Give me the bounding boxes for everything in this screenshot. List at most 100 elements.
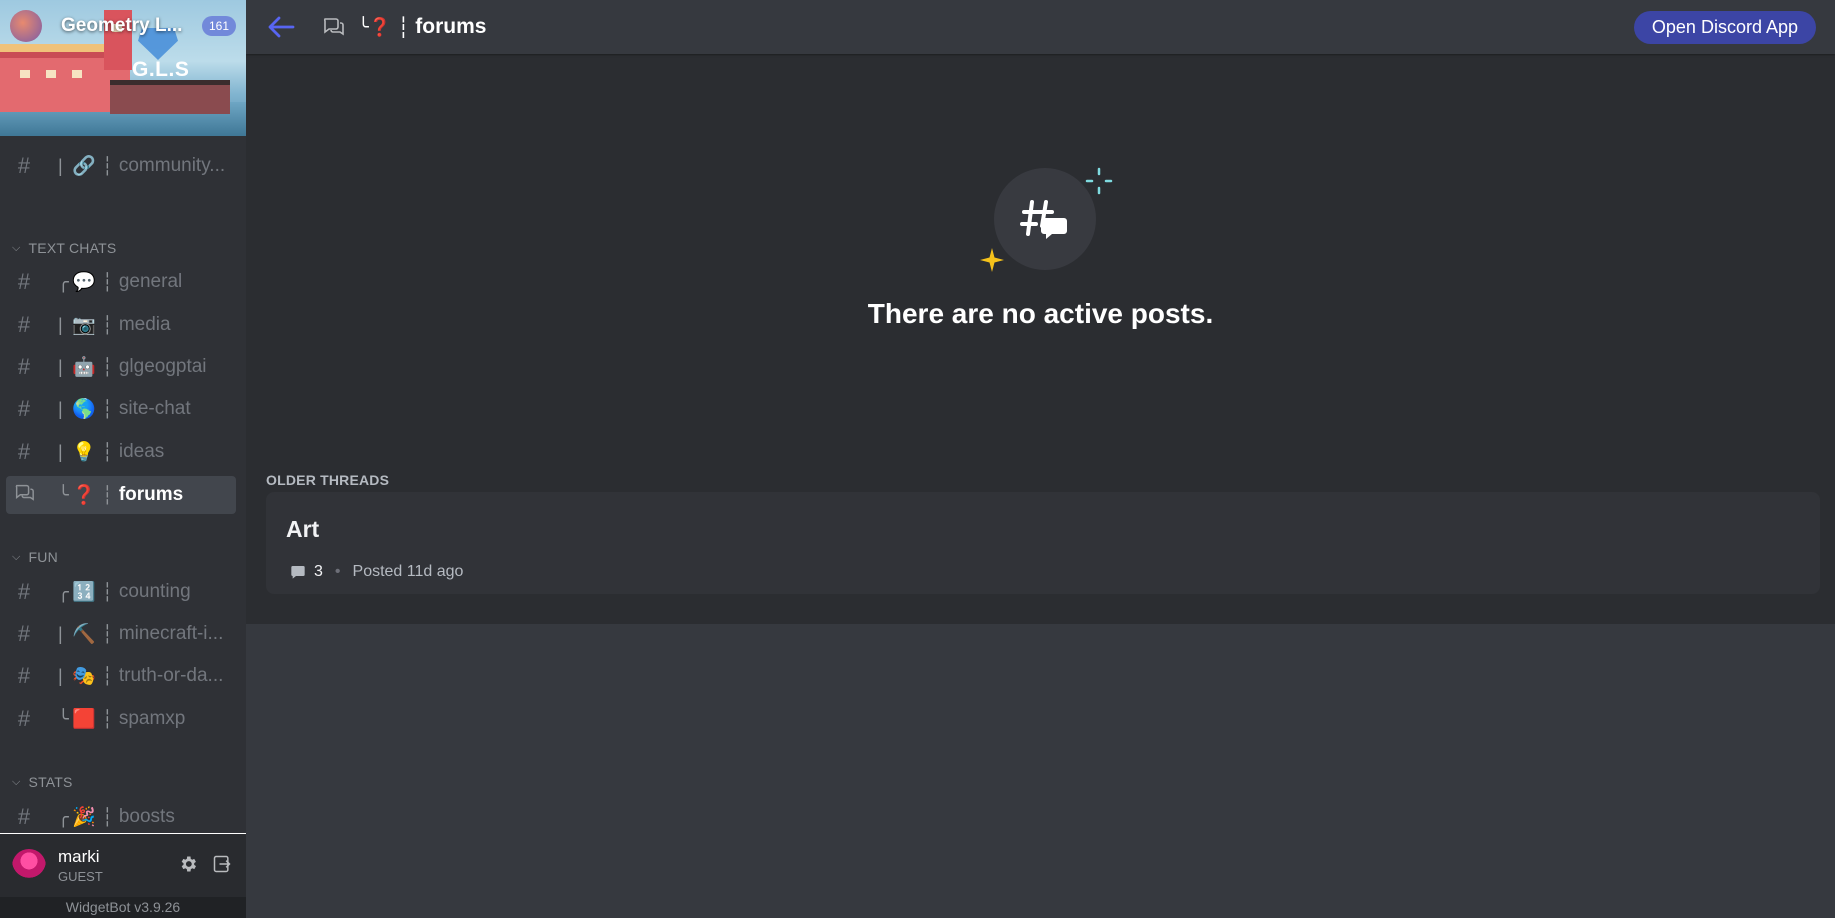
- channel-name: community...: [118, 155, 226, 176]
- channel-name: boosts: [118, 806, 175, 827]
- channel-separator: ┆: [102, 581, 113, 602]
- thread-card[interactable]: Art 3 • Posted 11d ago: [266, 492, 1820, 594]
- channel-name: forums: [118, 484, 184, 505]
- category-label: FUN: [28, 549, 58, 565]
- forum-area: There are no active posts. OLDER THREADS…: [246, 54, 1835, 624]
- globe-icon: 🌎: [72, 399, 96, 420]
- hash-icon: #: [17, 663, 31, 688]
- topbar: ╰❓ ┆ forums Open Discord App: [246, 0, 1835, 54]
- channel-prefix: ╰: [58, 708, 69, 729]
- chevron-down-icon: ⌵: [12, 550, 21, 563]
- hash-icon: #: [17, 439, 31, 464]
- banner-window: [46, 70, 56, 78]
- channel-community[interactable]: # | 🔗 ┆ community...: [6, 147, 236, 185]
- gear-icon[interactable]: [176, 854, 200, 878]
- banner-window: [72, 70, 82, 78]
- channel-name: general: [118, 271, 183, 292]
- channel-prefix: |: [58, 155, 63, 176]
- channel-separator: ┆: [102, 356, 113, 377]
- hash-icon: #: [17, 706, 31, 731]
- arrow-left-icon[interactable]: [266, 12, 296, 42]
- user-name: marki: [58, 847, 100, 866]
- banner-pier: [110, 80, 230, 114]
- channel-name: ideas: [118, 441, 165, 462]
- avatar[interactable]: [12, 848, 46, 883]
- channel-separator: ┆: [102, 441, 113, 462]
- hash-icon: #: [17, 312, 31, 337]
- channel-name: counting: [118, 581, 191, 602]
- channel-minecraft[interactable]: # | ⛏️ ┆ minecraft-i...: [6, 615, 236, 653]
- channel-prefix: ╭: [58, 806, 69, 827]
- channel-separator: ┆: [102, 398, 113, 419]
- channel-name: truth-or-da...: [118, 665, 224, 686]
- channel-name: minecraft-i...: [118, 623, 224, 644]
- masks-icon: 🎭: [72, 666, 96, 687]
- hash-icon: #: [17, 621, 31, 646]
- chevron-down-icon: ⌵: [12, 241, 21, 254]
- question-mark-icon: ❓: [72, 485, 96, 506]
- channel-prefix: |: [58, 314, 63, 335]
- forum-icon: [6, 481, 42, 509]
- app-root: G.L.S Geometry L... 161 # ╭ 🔗 ┆ links # …: [0, 0, 1835, 918]
- channel-separator: ┆: [102, 484, 113, 505]
- channel-counting[interactable]: # ╭ 🔢 ┆ counting: [6, 573, 236, 611]
- channel-prefix: |: [58, 441, 63, 462]
- category-fun[interactable]: ⌵ FUN: [12, 549, 58, 565]
- channel-separator: ┆: [102, 665, 113, 686]
- channel-general[interactable]: # ╭ 💬 ┆ general: [6, 263, 236, 301]
- empty-state-message: There are no active posts.: [867, 298, 1214, 329]
- user-info: marki GUEST: [58, 847, 166, 884]
- channel-glgeogptai[interactable]: # | 🤖 ┆ glgeogptai: [6, 348, 236, 386]
- forum-icon: [323, 18, 344, 36]
- category-stats[interactable]: ⌵ STATS: [12, 774, 73, 790]
- channel-separator: ┆: [397, 16, 410, 39]
- guild-header[interactable]: Geometry L... 161: [0, 0, 246, 52]
- red-square-icon: 🟥: [72, 709, 96, 730]
- channel-boosts[interactable]: # ╭ 🎉 ┆ boosts: [6, 798, 236, 836]
- thread-title: Art: [286, 516, 320, 542]
- member-count-badge: 161: [201, 16, 236, 36]
- channel-name: glgeogptai: [118, 356, 207, 377]
- meta-dot: •: [334, 563, 341, 580]
- page-title: forums: [415, 15, 487, 38]
- banner-text: G.L.S: [132, 58, 190, 81]
- version-label: WidgetBot v3.9.26: [0, 897, 246, 918]
- channel-prefix: |: [58, 665, 63, 686]
- logout-icon[interactable]: [210, 854, 234, 878]
- hash-icon: #: [17, 269, 31, 294]
- channel-prefix: ╭: [58, 271, 69, 292]
- channel-separator: ┆: [102, 314, 113, 335]
- channel-separator: ┆: [102, 271, 113, 292]
- pickaxe-icon: ⛏️: [72, 624, 96, 645]
- open-discord-app-button[interactable]: Open Discord App: [1633, 11, 1816, 44]
- sidebar: G.L.S Geometry L... 161 # ╭ 🔗 ┆ links # …: [0, 0, 246, 918]
- guild-name: Geometry L...: [61, 15, 183, 36]
- main-panel: ╰❓ ┆ forums Open Discord App There are n…: [246, 0, 1835, 918]
- category-text-chats[interactable]: ⌵ TEXT CHATS: [12, 240, 116, 256]
- party-popper-icon: 🎉: [72, 807, 96, 828]
- banner-window: [20, 70, 30, 78]
- channel-spamxp[interactable]: # ╰ 🟥 ┆ spamxp: [6, 700, 236, 738]
- guild-icon: [10, 10, 42, 42]
- channel-forums[interactable]: ╰ ❓ ┆ forums: [6, 476, 236, 514]
- lightbulb-icon: 💡: [72, 442, 96, 463]
- channel-site-chat[interactable]: # | 🌎 ┆ site-chat: [6, 390, 236, 428]
- thread-meta: 3 • Posted 11d ago: [290, 563, 463, 581]
- channel-name: spamxp: [118, 708, 186, 729]
- hash-message-icon: [1020, 200, 1067, 239]
- channel-prefix: |: [58, 398, 63, 419]
- channel-media[interactable]: # | 📷 ┆ media: [6, 306, 236, 344]
- channel-prefix: |: [58, 356, 63, 377]
- channel-ideas[interactable]: # | 💡 ┆ ideas: [6, 433, 236, 471]
- channel-prefix: ╭: [58, 581, 69, 602]
- channel-truth-or-dare[interactable]: # | 🎭 ┆ truth-or-da...: [6, 657, 236, 695]
- message-bubble-icon: [291, 566, 305, 579]
- camera-icon: 📷: [72, 315, 96, 336]
- hash-icon: #: [17, 579, 31, 604]
- numbers-icon: 🔢: [72, 582, 96, 603]
- channel-name: media: [118, 314, 171, 335]
- channel-separator: ┆: [102, 806, 113, 827]
- channel-separator: ┆: [102, 155, 113, 176]
- hash-icon: #: [17, 354, 31, 379]
- link-icon: 🔗: [72, 156, 96, 177]
